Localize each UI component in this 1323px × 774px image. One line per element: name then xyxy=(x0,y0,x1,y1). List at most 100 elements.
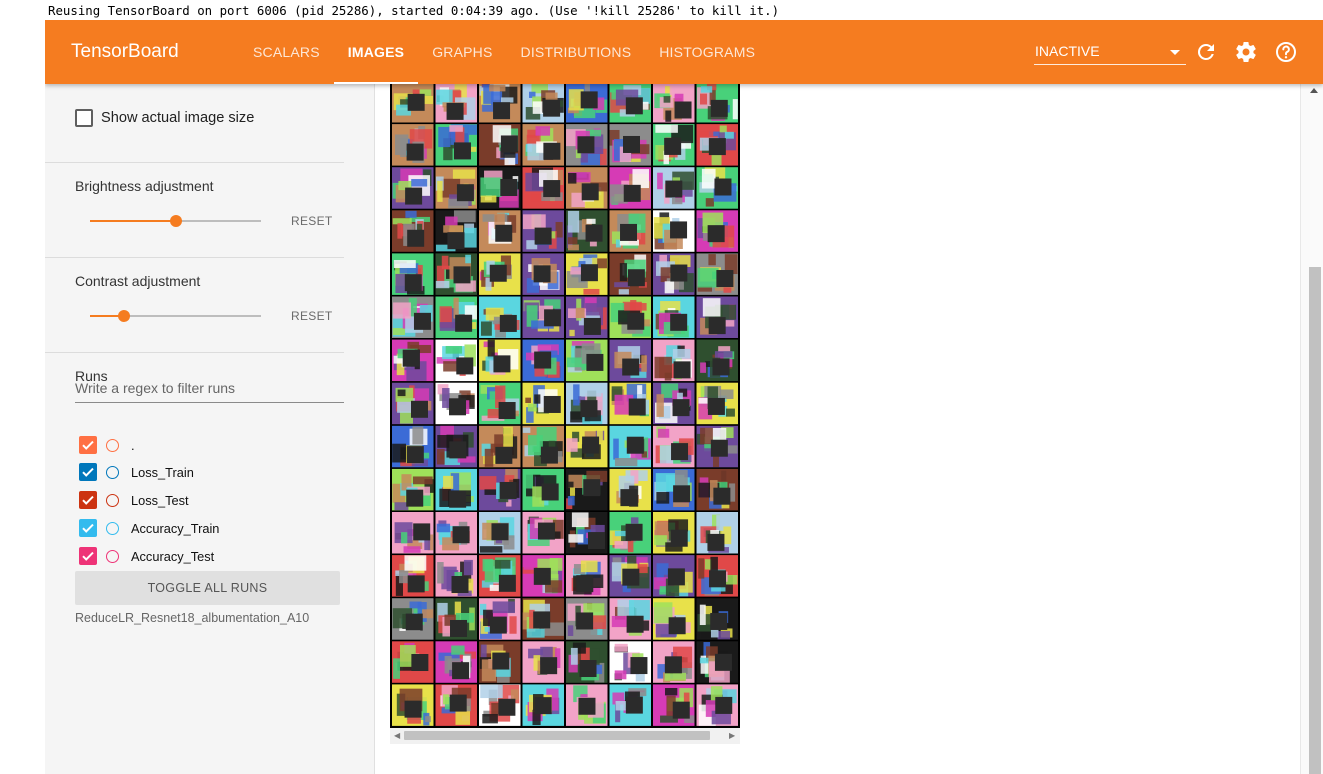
divider xyxy=(45,257,344,258)
show-actual-size-checkbox[interactable] xyxy=(75,109,93,127)
contrast-reset-button[interactable]: RESET xyxy=(291,309,333,323)
tab-scalars[interactable]: SCALARS xyxy=(239,20,334,84)
augmented-image-thumbnail xyxy=(479,339,521,382)
augmented-image-thumbnail xyxy=(435,253,477,295)
augmented-image-thumbnail xyxy=(653,684,695,726)
augmented-image-thumbnail xyxy=(435,468,477,511)
augmented-image-thumbnail xyxy=(566,425,608,468)
augmented-image-thumbnail xyxy=(392,124,434,166)
horizontal-scrollbar[interactable]: ◀ ▶ xyxy=(390,728,740,744)
augmented-image-thumbnail xyxy=(479,382,521,425)
horizontal-scroll-thumb[interactable] xyxy=(404,731,710,740)
augmented-image-thumbnail xyxy=(522,124,564,166)
runs-filter[interactable] xyxy=(75,374,344,403)
augmented-image-thumbnail xyxy=(696,555,738,597)
runs-filter-input[interactable] xyxy=(75,374,344,396)
augmented-image-thumbnail xyxy=(609,425,651,468)
scroll-left-arrow-icon[interactable]: ◀ xyxy=(394,731,400,740)
augmented-image-thumbnail xyxy=(566,468,608,511)
run-group-name: ReduceLR_Resnet18_albumentation_A10 xyxy=(75,611,310,625)
run-checkbox[interactable] xyxy=(79,491,97,509)
scroll-up-arrow-icon[interactable] xyxy=(1310,88,1318,93)
run-checkbox[interactable] xyxy=(79,436,97,454)
run-checkbox[interactable] xyxy=(79,519,97,537)
augmented-image-thumbnail xyxy=(522,512,564,554)
augmented-image-thumbnail xyxy=(696,253,738,295)
dashboard-select[interactable]: INACTIVE xyxy=(1034,38,1186,65)
run-item[interactable]: Accuracy_Train xyxy=(79,519,219,537)
tab-images[interactable]: IMAGES xyxy=(333,20,419,84)
dropdown-caret-icon xyxy=(1170,50,1180,55)
slider-knob[interactable] xyxy=(118,310,131,322)
augmented-image-thumbnail xyxy=(479,555,521,597)
augmented-image-thumbnail xyxy=(696,339,738,382)
augmented-image-thumbnail xyxy=(653,253,695,295)
augmented-image-thumbnail xyxy=(479,84,521,123)
augmented-image-thumbnail xyxy=(522,684,564,726)
augmented-image-thumbnail xyxy=(392,512,434,554)
augmented-image-thumbnail xyxy=(435,425,477,468)
settings-gear-icon[interactable] xyxy=(1234,40,1258,64)
augmented-image-thumbnail xyxy=(653,84,695,123)
tab-graphs[interactable]: GRAPHS xyxy=(418,20,506,84)
augmented-image-thumbnail xyxy=(392,253,434,295)
augmented-image-thumbnail xyxy=(653,555,695,597)
show-actual-size-toggle[interactable]: Show actual image size xyxy=(75,109,254,127)
augmented-image-thumbnail xyxy=(653,167,695,209)
augmented-image-thumbnail xyxy=(653,124,695,166)
augmented-image-thumbnail xyxy=(435,296,477,338)
run-color-radio[interactable] xyxy=(106,549,119,563)
scroll-right-arrow-icon[interactable]: ▶ xyxy=(729,731,735,740)
run-item[interactable]: Loss_Train xyxy=(79,463,194,481)
tab-distributions[interactable]: DISTRIBUTIONS xyxy=(507,20,646,84)
augmented-image-thumbnail xyxy=(653,382,695,425)
app-title: TensorBoard xyxy=(71,41,179,62)
run-item[interactable]: Loss_Test xyxy=(79,491,189,509)
run-color-radio[interactable] xyxy=(106,465,119,479)
contrast-slider[interactable] xyxy=(90,307,261,325)
augmented-image-thumbnail xyxy=(479,210,521,252)
augmented-image-thumbnail xyxy=(522,167,564,209)
vertical-scrollbar[interactable] xyxy=(1300,84,1323,774)
help-icon[interactable] xyxy=(1274,40,1298,64)
run-color-radio[interactable] xyxy=(106,438,119,452)
augmented-image-thumbnail xyxy=(435,598,477,640)
augmented-image-thumbnail xyxy=(566,512,608,554)
augmented-image-thumbnail xyxy=(435,555,477,597)
augmented-image-thumbnail xyxy=(522,425,564,468)
brightness-title: Brightness adjustment xyxy=(75,178,214,194)
augmented-image-thumbnail xyxy=(435,167,477,209)
augmented-image-thumbnail xyxy=(479,641,521,683)
augmented-image-thumbnail xyxy=(435,339,477,382)
brightness-reset-button[interactable]: RESET xyxy=(291,214,333,228)
run-checkbox[interactable] xyxy=(79,463,97,481)
augmented-image-thumbnail xyxy=(479,167,521,209)
augmented-image-thumbnail xyxy=(653,339,695,382)
run-color-radio[interactable] xyxy=(106,493,119,507)
main-content: ◀ ▶ xyxy=(375,84,1323,774)
slider-knob[interactable] xyxy=(169,215,182,227)
sidebar: Show actual image size Brightness adjust… xyxy=(45,84,375,774)
augmented-image-thumbnail xyxy=(522,382,564,425)
toggle-all-runs-button[interactable]: TOGGLE ALL RUNS xyxy=(75,571,340,605)
run-color-radio[interactable] xyxy=(106,521,119,535)
augmented-image-thumbnail xyxy=(609,555,651,597)
augmented-image-thumbnail xyxy=(479,598,521,640)
refresh-icon[interactable] xyxy=(1194,40,1218,64)
run-checkbox[interactable] xyxy=(79,547,97,565)
augmented-image-thumbnail xyxy=(566,555,608,597)
image-card[interactable] xyxy=(390,84,740,729)
augmented-image-thumbnail xyxy=(522,641,564,683)
augmented-image-thumbnail xyxy=(609,210,651,252)
run-item[interactable]: Accuracy_Test xyxy=(79,547,214,565)
tab-histograms[interactable]: HISTOGRAMS xyxy=(645,20,769,84)
run-item[interactable]: . xyxy=(79,436,135,454)
augmented-image-thumbnail xyxy=(479,684,521,726)
augmented-image-thumbnail xyxy=(696,84,738,123)
augmented-image-thumbnail xyxy=(609,167,651,209)
vertical-scroll-thumb[interactable] xyxy=(1309,267,1321,774)
augmented-image-thumbnail xyxy=(566,124,608,166)
augmented-image-thumbnail xyxy=(479,512,521,554)
brightness-slider[interactable] xyxy=(90,212,261,230)
augmented-image-thumbnail xyxy=(392,84,434,123)
